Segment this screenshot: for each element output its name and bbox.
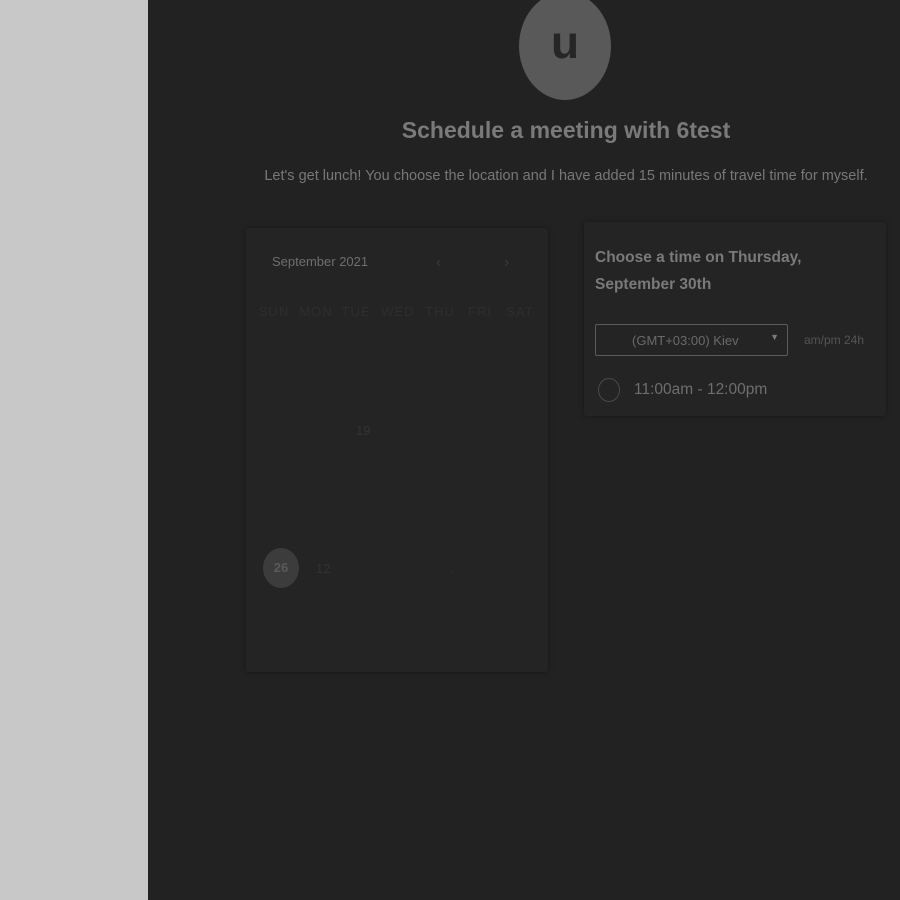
avatar: u [519,0,611,100]
chevron-right-icon[interactable]: › [504,254,509,272]
weekday-sun: SUN [258,304,290,319]
left-panel [0,0,148,900]
page-title: Schedule a meeting with 6test [401,117,731,143]
weekday-thu: THU [425,304,455,319]
time-slot-label: 11:00am - 12:00pm [634,381,768,398]
caret-down-icon: ▼ [770,332,779,342]
time-format-toggle[interactable]: am/pm 24h [804,333,864,347]
calendar-card: September 2021 ‹ › SUN MON TUE WED THU F… [246,228,548,672]
time-slot[interactable]: 11:00am - 12:00pm [598,378,858,404]
timezone-value: (GMT+03:00) Kiev [632,333,739,348]
meeting-description: Let's get lunch! You choose the location… [264,168,868,184]
calendar-day-selected[interactable]: 26 [263,548,299,588]
calendar-month-label: September 2021 [272,254,369,269]
calendar-day[interactable]: . [450,561,454,576]
timezone-select[interactable]: (GMT+03:00) Kiev ▼ [595,324,788,356]
calendar-day[interactable]: 19 [356,423,370,438]
time-picker-card: Choose a time on Thursday, September 30t… [584,222,886,416]
scheduler-page: u Schedule a meeting with 6test Let's ge… [148,0,900,900]
weekday-tue: TUE [341,304,371,319]
weekday-mon: MON [299,304,333,319]
calendar-day[interactable]: 12 [316,561,330,576]
weekday-sat: SAT [506,304,534,319]
weekday-fri: FRI [468,304,492,319]
weekday-wed: WED [381,304,415,319]
radio-circle-icon[interactable] [598,378,620,402]
chevron-left-icon[interactable]: ‹ [436,254,441,272]
choose-time-heading: Choose a time on Thursday, September 30t… [595,249,802,293]
